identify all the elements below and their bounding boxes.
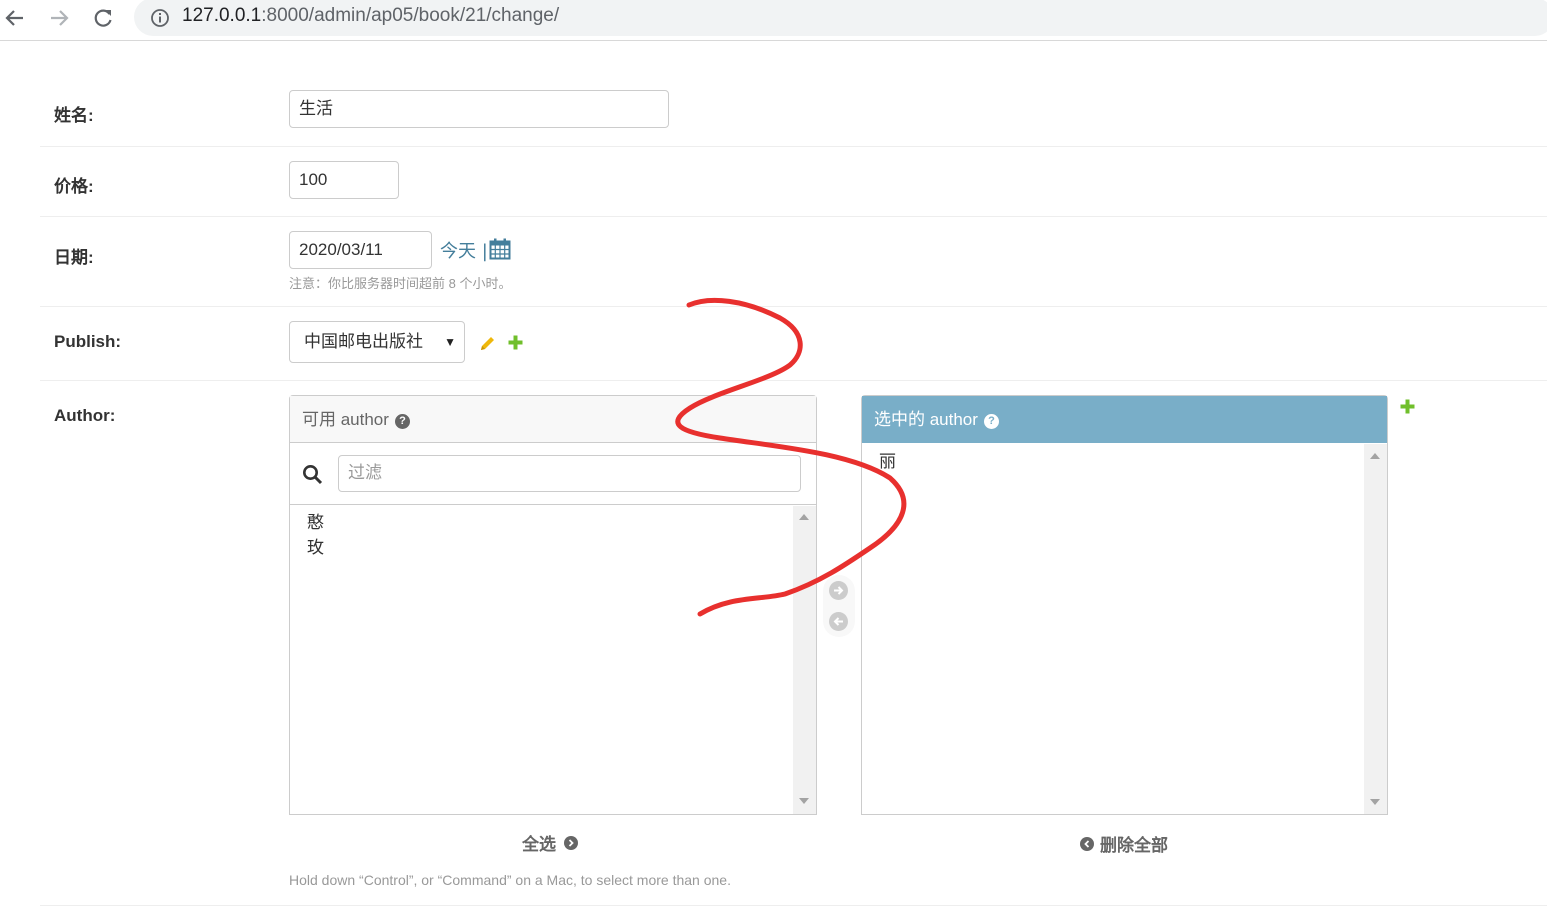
date-label: 日期: xyxy=(54,248,94,267)
dropdown-arrow-icon: ▼ xyxy=(444,335,456,349)
available-authors-title: 可用 author xyxy=(302,410,389,429)
filter-row: 过滤 xyxy=(290,443,816,505)
back-button[interactable] xyxy=(1,4,29,32)
selector-chooser xyxy=(823,575,855,637)
row-divider xyxy=(40,146,1547,147)
available-author-item[interactable]: 憨 xyxy=(307,508,324,533)
help-question-icon[interactable]: ? xyxy=(983,414,999,429)
remove-all-link[interactable]: 删除全部 xyxy=(1080,831,1168,856)
date-shortcuts: 今天 | xyxy=(440,237,488,263)
reload-button[interactable] xyxy=(89,4,117,32)
chosen-authors-panel: 选中的 author? 丽 xyxy=(861,395,1388,815)
date-input[interactable]: 2020/03/11 xyxy=(289,231,432,269)
info-icon[interactable] xyxy=(150,8,170,28)
url-text[interactable]: 127.0.0.1:8000/admin/ap05/book/21/change… xyxy=(182,5,559,27)
add-author-plus-icon[interactable] xyxy=(1400,399,1415,414)
scroll-up-icon[interactable] xyxy=(799,514,809,520)
available-author-item[interactable]: 玫 xyxy=(307,533,324,558)
chosen-authors-header: 选中的 author? xyxy=(862,396,1387,443)
chosen-scrollbar[interactable] xyxy=(1364,444,1387,814)
date-separator: | xyxy=(481,241,488,262)
url-host: 127.0.0.1 xyxy=(182,5,262,26)
arrow-left-circle-icon xyxy=(833,617,843,626)
add-selected-button[interactable] xyxy=(829,581,848,600)
add-publish-plus-icon[interactable] xyxy=(508,335,523,350)
edit-pencil-icon[interactable] xyxy=(479,335,496,352)
browser-toolbar: 127.0.0.1:8000/admin/ap05/book/21/change… xyxy=(0,0,1547,41)
chevron-left-circle-icon xyxy=(1080,836,1094,851)
chosen-author-item[interactable]: 丽 xyxy=(879,447,896,472)
today-link[interactable]: 今天 xyxy=(440,241,476,262)
available-authors-panel: 可用 author? 过滤 憨 玫 xyxy=(289,395,817,815)
timezone-note: 注意：你比服务器时间超前 8 个小时。 xyxy=(289,276,512,291)
arrow-left-icon xyxy=(5,10,23,26)
chevron-right-circle-icon xyxy=(564,835,578,850)
row-divider xyxy=(40,380,1547,381)
publish-select[interactable]: 中国邮电出版社 ▼ xyxy=(289,321,465,363)
calendar-icon[interactable] xyxy=(489,238,511,260)
scroll-down-icon[interactable] xyxy=(799,798,809,804)
scroll-up-icon[interactable] xyxy=(1370,453,1380,459)
price-input[interactable]: 100 xyxy=(289,161,399,199)
publish-selected-value: 中国邮电出版社 xyxy=(304,332,423,351)
choose-all-label: 全选 xyxy=(522,835,556,855)
help-question-icon[interactable]: ? xyxy=(394,414,410,429)
name-label: 姓名: xyxy=(54,106,94,125)
author-label: Author: xyxy=(54,406,116,425)
remove-all-label: 删除全部 xyxy=(1100,836,1168,856)
choose-all-link[interactable]: 全选 xyxy=(522,830,578,855)
filter-input[interactable]: 过滤 xyxy=(338,455,801,492)
arrow-right-icon xyxy=(51,10,69,26)
available-authors-header: 可用 author? xyxy=(290,396,816,443)
forward-button[interactable] xyxy=(45,4,73,32)
search-icon xyxy=(303,465,323,485)
row-divider xyxy=(40,216,1547,217)
url-path: :8000/admin/ap05/book/21/change/ xyxy=(261,5,560,26)
remove-selected-button[interactable] xyxy=(829,612,848,631)
scroll-down-icon[interactable] xyxy=(1370,799,1380,805)
available-scrollbar[interactable] xyxy=(793,506,816,814)
reload-icon xyxy=(94,9,112,27)
name-input[interactable]: 生活 xyxy=(289,90,669,128)
row-divider xyxy=(40,306,1547,307)
arrow-right-circle-icon xyxy=(834,586,844,595)
multi-select-help: Hold down “Control”, or “Command” on a M… xyxy=(289,872,731,888)
price-label: 价格: xyxy=(54,177,94,196)
publish-label: Publish: xyxy=(54,332,122,351)
chosen-authors-title: 选中的 author xyxy=(874,410,978,429)
